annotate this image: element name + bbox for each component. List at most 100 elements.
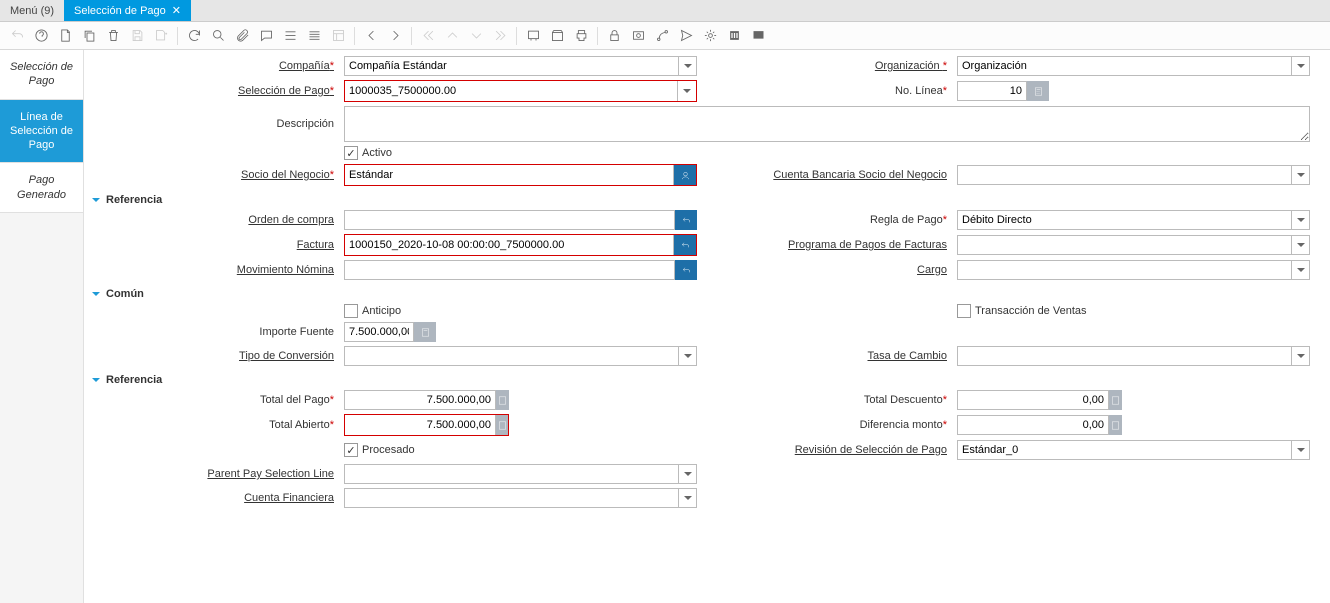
archive-icon[interactable] [546,25,568,47]
form-icon[interactable] [327,25,349,47]
list-icon[interactable] [303,25,325,47]
grid-icon[interactable] [279,25,301,47]
label-tipo-conversion: Tipo de Conversión [84,350,344,362]
new-icon[interactable] [54,25,76,47]
compania-dropdown-icon[interactable] [679,56,697,76]
label-descripcion: Descripción [84,118,344,130]
label-factura: Factura [84,239,344,251]
report-icon[interactable] [522,25,544,47]
regla-pago-dropdown-icon[interactable] [1292,210,1310,230]
up-icon[interactable] [441,25,463,47]
movimiento-nomina-input[interactable] [344,260,675,280]
label-nolinea: No. Línea* [697,85,957,97]
nomina-lookup-icon[interactable] [675,260,697,280]
tab-seleccion-pago[interactable]: Selección de Pago ✕ [64,0,191,21]
importe-fuente-input[interactable] [344,322,414,342]
tab-menu[interactable]: Menú (9) [0,0,64,21]
down-icon[interactable] [465,25,487,47]
orden-compra-input[interactable] [344,210,675,230]
cuenta-financiera-input[interactable] [344,488,679,508]
factura-input[interactable] [345,235,674,255]
help-icon[interactable] [30,25,52,47]
workflow-icon[interactable] [651,25,673,47]
delete-icon[interactable] [102,25,124,47]
seleccion-pago-input[interactable] [345,81,678,101]
total-abierto-input[interactable] [345,415,496,435]
last-icon[interactable] [489,25,511,47]
collapse-icon[interactable] [92,378,100,386]
descripcion-textarea[interactable] [344,106,1310,142]
request-icon[interactable] [675,25,697,47]
diferencia-monto-input[interactable] [957,415,1109,435]
tasa-cambio-dropdown-icon[interactable] [1292,346,1310,366]
copy-icon[interactable] [78,25,100,47]
total-pago-calc-icon[interactable] [496,390,509,410]
sidebar: Selección de Pago Línea de Selección de … [0,50,84,603]
refresh-icon[interactable] [183,25,205,47]
label-diferencia-monto: Diferencia monto* [697,419,957,431]
tipo-conversion-input[interactable] [344,346,679,366]
importe-calc-icon[interactable] [414,322,436,342]
cargo-dropdown-icon[interactable] [1292,260,1310,280]
label-compania: Compañía* [84,60,344,72]
prev-icon[interactable] [360,25,382,47]
cargo-input[interactable] [957,260,1292,280]
total-pago-input[interactable] [344,390,496,410]
print-icon[interactable] [570,25,592,47]
diferencia-calc-icon[interactable] [1109,415,1122,435]
save-icon[interactable] [126,25,148,47]
parent-line-dropdown-icon[interactable] [679,464,697,484]
socio-lookup-icon[interactable] [674,165,696,185]
zoom-icon[interactable] [627,25,649,47]
programa-pagos-input[interactable] [957,235,1292,255]
total-abierto-calc-icon[interactable] [496,415,508,435]
orden-lookup-icon[interactable] [675,210,697,230]
cuenta-financiera-dropdown-icon[interactable] [679,488,697,508]
activo-checkbox[interactable]: Activo [344,146,392,160]
total-descuento-calc-icon[interactable] [1109,390,1122,410]
info-icon[interactable] [723,25,745,47]
factura-lookup-icon[interactable] [674,235,696,255]
next-icon[interactable] [384,25,406,47]
collapse-icon[interactable] [92,292,100,300]
chat-icon[interactable] [255,25,277,47]
first-icon[interactable] [417,25,439,47]
procesado-checkbox[interactable]: Procesado [344,443,415,457]
organizacion-dropdown-icon[interactable] [1292,56,1310,76]
collapse-icon[interactable] [92,198,100,206]
sidebar-item-linea-seleccion[interactable]: Línea de Selección de Pago [0,100,83,164]
export-icon[interactable] [747,25,769,47]
cuenta-bancaria-dropdown-icon[interactable] [1292,165,1310,185]
programa-pagos-dropdown-icon[interactable] [1292,235,1310,255]
lock-icon[interactable] [603,25,625,47]
label-orden-compra: Orden de compra [84,214,344,226]
save-new-icon[interactable] [150,25,172,47]
regla-pago-input[interactable] [957,210,1292,230]
search-icon[interactable] [207,25,229,47]
sidebar-item-pago-generado[interactable]: Pago Generado [0,163,83,213]
socio-input[interactable] [345,165,674,185]
section-referencia: Referencia [92,194,1310,206]
compania-input[interactable] [344,56,679,76]
sidebar-item-seleccion-pago[interactable]: Selección de Pago [0,50,83,100]
tab-bar: Menú (9) Selección de Pago ✕ [0,0,1330,22]
organizacion-input[interactable] [957,56,1292,76]
nolinea-calc-icon[interactable] [1027,81,1049,101]
revision-dropdown-icon[interactable] [1292,440,1310,460]
label-tasa-cambio: Tasa de Cambio [697,350,957,362]
close-icon[interactable]: ✕ [172,4,181,17]
nolinea-input[interactable] [957,81,1027,101]
transaccion-ventas-checkbox[interactable]: Transacción de Ventas [957,304,1087,318]
attachment-icon[interactable] [231,25,253,47]
anticipo-checkbox[interactable]: Anticipo [344,304,401,318]
undo-icon[interactable] [6,25,28,47]
parent-line-input[interactable] [344,464,679,484]
tipo-conversion-dropdown-icon[interactable] [679,346,697,366]
cuenta-bancaria-input[interactable] [957,165,1292,185]
gear-icon[interactable] [699,25,721,47]
check-icon [344,443,358,457]
total-descuento-input[interactable] [957,390,1109,410]
tasa-cambio-input[interactable] [957,346,1292,366]
revision-input[interactable] [957,440,1292,460]
seleccion-dropdown-icon[interactable] [678,81,696,101]
